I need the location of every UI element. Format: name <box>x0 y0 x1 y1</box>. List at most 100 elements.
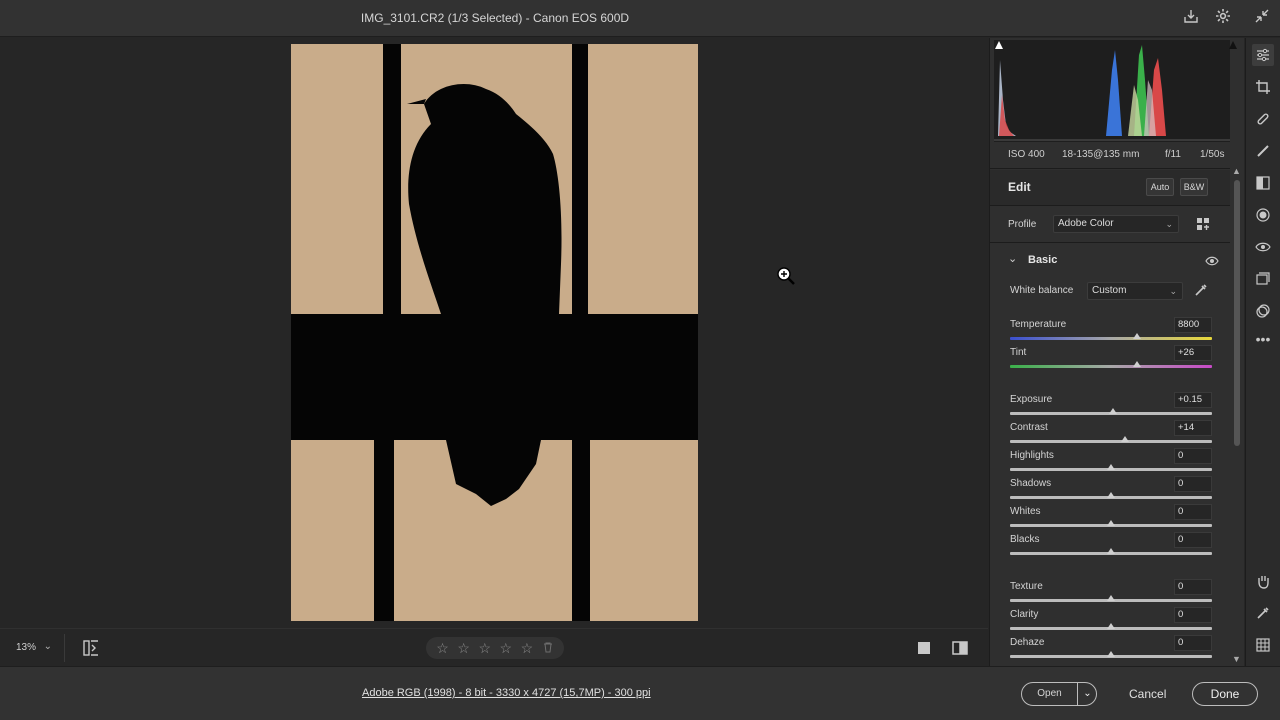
eyedropper-icon[interactable] <box>1193 282 1209 298</box>
photo-preview[interactable] <box>291 44 698 621</box>
star-rating[interactable]: ☆ ☆ ☆ ☆ ☆ <box>426 637 564 659</box>
slider-thumb[interactable] <box>1107 520 1115 526</box>
basic-title: Basic <box>1028 254 1058 266</box>
white-balance-select[interactable]: Custom ⌄ <box>1087 282 1183 300</box>
tool-strip: ••• <box>1245 38 1280 666</box>
slider-thumb[interactable] <box>1107 548 1115 554</box>
slider-label: Texture <box>1010 581 1043 592</box>
cancel-button[interactable]: Cancel <box>1129 687 1166 701</box>
hand-icon[interactable] <box>1252 570 1274 592</box>
slider-label: Dehaze <box>1010 637 1045 648</box>
slider-thumb[interactable] <box>1107 464 1115 470</box>
open-label: Open <box>1037 688 1062 699</box>
slider-value-input[interactable]: 0 <box>1174 532 1212 548</box>
slider-value-input[interactable]: 8800 <box>1174 317 1212 333</box>
save-image-icon[interactable] <box>1181 8 1201 28</box>
basic-section-header[interactable]: ⌄ Basic <box>990 248 1230 274</box>
bw-button[interactable]: B&W <box>1180 178 1208 196</box>
open-button[interactable]: Open ⌄ <box>1021 682 1097 706</box>
footer-bar: Adobe RGB (1998) - 8 bit - 3330 x 4727 (… <box>0 666 1280 720</box>
graduated-filter-icon[interactable] <box>1252 172 1274 194</box>
slider-thumb[interactable] <box>1133 361 1142 367</box>
slider-whites[interactable]: Whites 0 <box>1010 504 1212 532</box>
healing-icon[interactable] <box>1252 108 1274 130</box>
window-title: IMG_3101.CR2 (1/3 Selected) - Canon EOS … <box>360 11 630 25</box>
presets-icon[interactable] <box>1252 300 1274 322</box>
star-icon[interactable]: ☆ <box>500 641 513 655</box>
star-icon[interactable]: ☆ <box>457 641 470 655</box>
zoom-level-select[interactable]: 13% ⌄ <box>6 637 58 659</box>
red-eye-icon[interactable] <box>1252 236 1274 258</box>
slider-value-input[interactable]: 0 <box>1174 448 1212 464</box>
chevron-down-icon: ⌄ <box>1165 219 1173 229</box>
gear-icon[interactable] <box>1213 8 1233 28</box>
slider-track[interactable] <box>1010 337 1212 340</box>
slider-thumb[interactable] <box>1107 651 1115 657</box>
slider-value-input[interactable]: +26 <box>1174 345 1212 361</box>
slider-shadows[interactable]: Shadows 0 <box>1010 476 1212 504</box>
trash-icon[interactable] <box>542 641 554 656</box>
collapse-icon[interactable] <box>1252 8 1272 28</box>
slider-temperature[interactable]: Temperature 8800 <box>1010 317 1212 345</box>
slider-thumb[interactable] <box>1107 595 1115 601</box>
eye-icon[interactable] <box>1205 255 1219 267</box>
star-icon[interactable]: ☆ <box>436 641 449 655</box>
before-after-icon[interactable] <box>951 639 969 657</box>
slider-thumb[interactable] <box>1133 333 1142 339</box>
color-sampler-icon[interactable] <box>1252 602 1274 624</box>
panel-scrollbar[interactable]: ▲ ▼ <box>1231 166 1243 666</box>
done-button[interactable]: Done <box>1192 682 1258 706</box>
profile-select[interactable]: Adobe Color ⌄ <box>1053 215 1179 233</box>
slider-exposure[interactable]: Exposure +0.15 <box>1010 392 1212 420</box>
slider-thumb[interactable] <box>1109 408 1118 414</box>
slider-value-input[interactable]: 0 <box>1174 579 1212 595</box>
slider-track[interactable] <box>1010 440 1212 443</box>
slider-label: Highlights <box>1010 450 1054 461</box>
snapshots-icon[interactable] <box>1252 268 1274 290</box>
single-view-icon[interactable] <box>915 639 933 657</box>
slider-tint[interactable]: Tint +26 <box>1010 345 1212 373</box>
edit-sliders-icon[interactable] <box>1252 44 1274 66</box>
profile-browser-icon[interactable] <box>1196 217 1210 231</box>
slider-highlights[interactable]: Highlights 0 <box>1010 448 1212 476</box>
slider-value-input[interactable]: 0 <box>1174 476 1212 492</box>
slider-thumb[interactable] <box>1121 436 1130 442</box>
grid-icon[interactable] <box>1252 634 1274 656</box>
slider-value-input[interactable]: 0 <box>1174 607 1212 623</box>
slider-thumb[interactable] <box>1107 492 1115 498</box>
slider-label: Temperature <box>1010 319 1067 330</box>
highlight-clipping-icon[interactable] <box>1228 40 1238 50</box>
shadow-clipping-icon[interactable] <box>994 40 1004 50</box>
chevron-down-icon: ⌄ <box>1169 286 1177 296</box>
scroll-up-icon[interactable]: ▲ <box>1232 166 1241 176</box>
slider-value-input[interactable]: 0 <box>1174 635 1212 651</box>
more-icon[interactable]: ••• <box>1252 328 1274 350</box>
brush-icon[interactable] <box>1252 140 1274 162</box>
chevron-down-icon: ⌄ <box>43 641 52 652</box>
slider-dehaze[interactable]: Dehaze 0 <box>1010 635 1212 663</box>
crop-icon[interactable] <box>1252 76 1274 98</box>
scroll-thumb[interactable] <box>1234 180 1240 446</box>
title-bar: IMG_3101.CR2 (1/3 Selected) - Canon EOS … <box>0 0 1280 37</box>
slider-track[interactable] <box>1010 365 1212 368</box>
slider-contrast[interactable]: Contrast +14 <box>1010 420 1212 448</box>
star-icon[interactable]: ☆ <box>521 641 534 655</box>
slider-texture[interactable]: Texture 0 <box>1010 579 1212 607</box>
slider-value-input[interactable]: 0 <box>1174 504 1212 520</box>
slider-clarity[interactable]: Clarity 0 <box>1010 607 1212 635</box>
radial-filter-icon[interactable] <box>1252 204 1274 226</box>
chevron-down-icon[interactable]: ⌄ <box>1079 683 1096 705</box>
star-icon[interactable]: ☆ <box>478 641 491 655</box>
scroll-down-icon[interactable]: ▼ <box>1232 654 1241 664</box>
filmstrip-toggle-icon[interactable] <box>80 637 102 659</box>
chevron-down-icon[interactable]: ⌄ <box>1008 252 1017 265</box>
auto-button[interactable]: Auto <box>1146 178 1174 196</box>
slider-value-input[interactable]: +14 <box>1174 420 1212 436</box>
workflow-options-link[interactable]: Adobe RGB (1998) - 8 bit - 3330 x 4727 (… <box>362 687 651 699</box>
profile-label: Profile <box>1008 219 1037 230</box>
slider-blacks[interactable]: Blacks 0 <box>1010 532 1212 560</box>
slider-thumb[interactable] <box>1107 623 1115 629</box>
slider-label: Whites <box>1010 506 1041 517</box>
slider-value-input[interactable]: +0.15 <box>1174 392 1212 408</box>
image-canvas[interactable] <box>0 38 988 628</box>
